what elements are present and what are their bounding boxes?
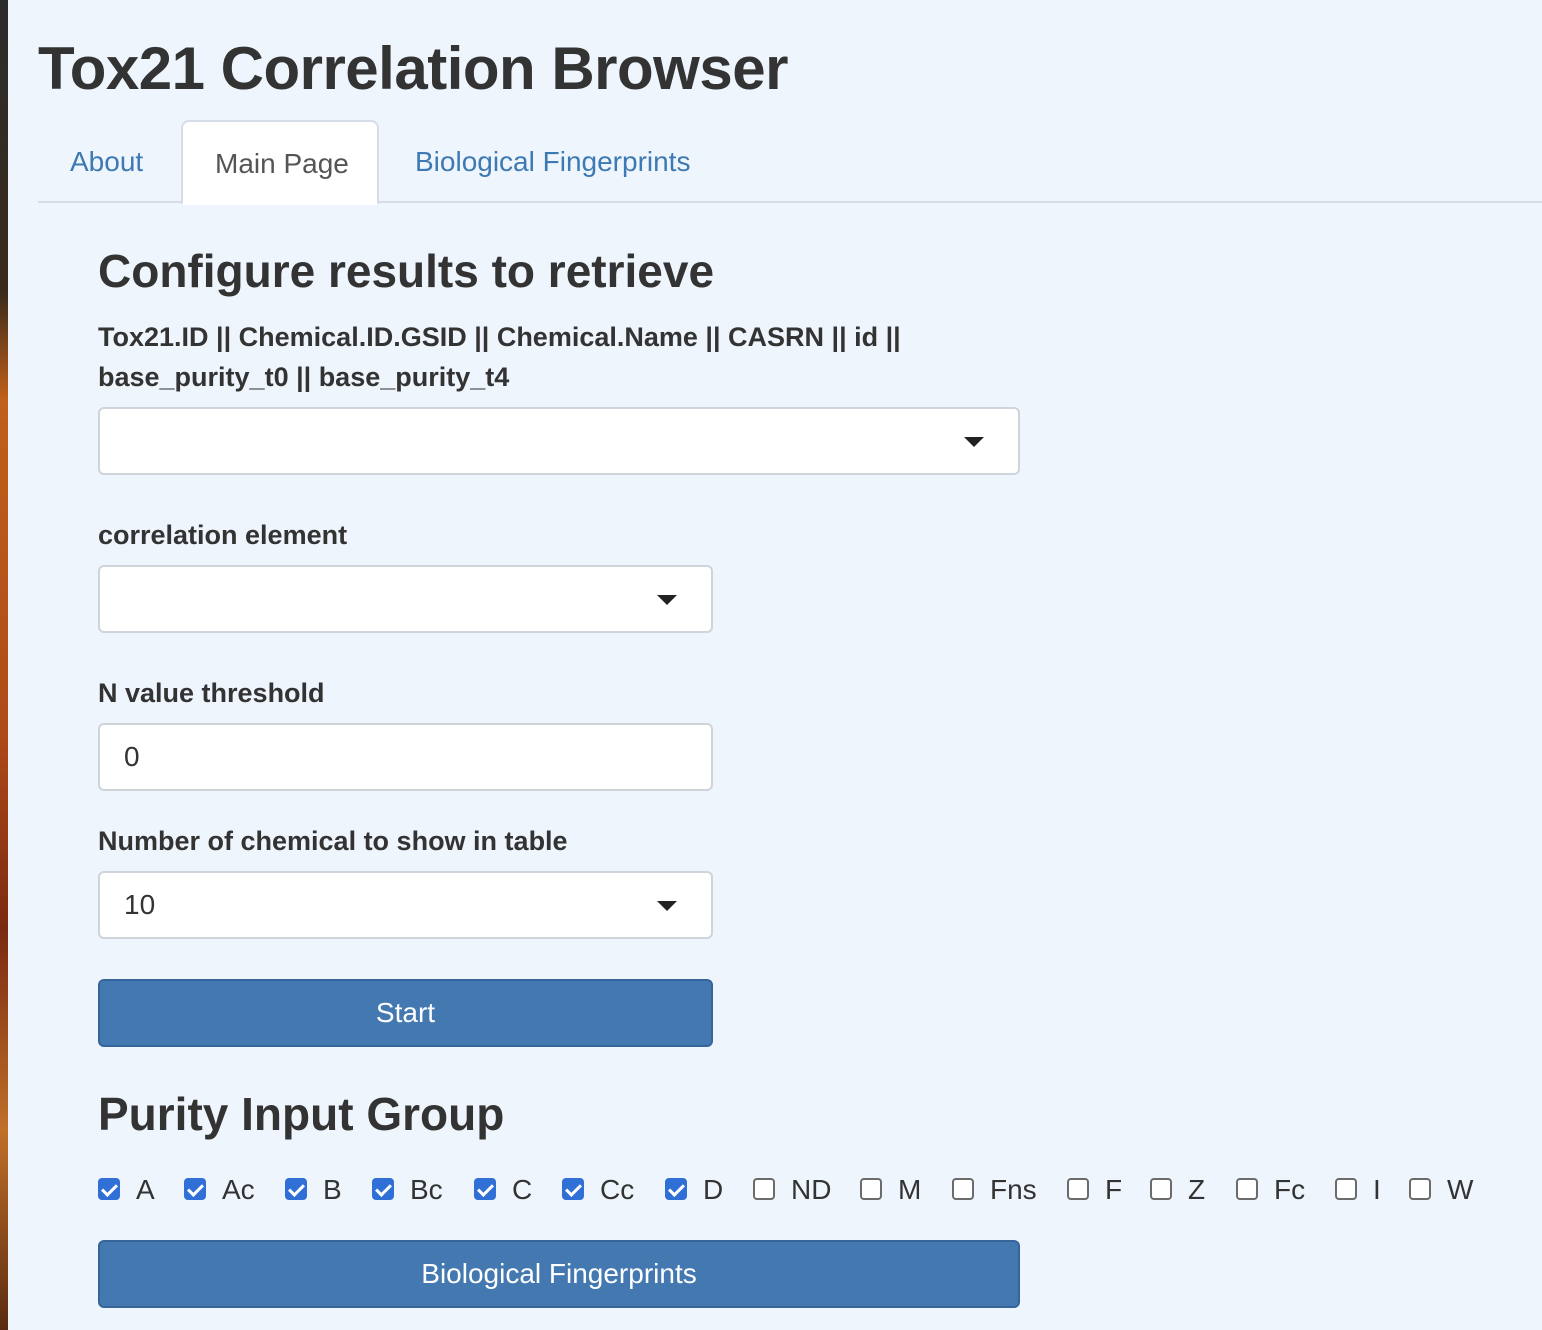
tab-bar: About Main Page Biological Fingerprints xyxy=(38,120,1542,205)
chevron-down-icon xyxy=(657,901,677,911)
checkbox[interactable] xyxy=(665,1178,687,1200)
checkbox-label: F xyxy=(1105,1174,1123,1205)
app-container: Tox21 Correlation Browser About Main Pag… xyxy=(38,0,1542,1330)
checkbox[interactable] xyxy=(562,1178,584,1200)
checkbox-label: D xyxy=(703,1174,724,1205)
app-title: Tox21 Correlation Browser xyxy=(38,35,788,102)
n-threshold-value: 0 xyxy=(124,741,140,772)
checkbox-label: Fns xyxy=(990,1174,1037,1205)
correlation-element-select[interactable] xyxy=(98,565,713,633)
checkbox-label: Fc xyxy=(1274,1174,1306,1205)
checkbox-label: C xyxy=(512,1174,533,1205)
start-button[interactable]: Start xyxy=(98,979,713,1047)
purity-checkbox-group: A Ac B Bc C Cc D ND M Fns F Z Fc I W xyxy=(98,1170,1518,1212)
checkbox[interactable] xyxy=(1067,1178,1089,1200)
checkbox-label: A xyxy=(136,1174,155,1205)
n-threshold-input[interactable]: 0 xyxy=(98,723,713,791)
num-chemicals-label: Number of chemical to show in table xyxy=(98,826,568,856)
n-threshold-label: N value threshold xyxy=(98,678,325,708)
tab-about[interactable]: About xyxy=(38,120,175,203)
checkbox-label: I xyxy=(1373,1174,1381,1205)
checkbox-label: Z xyxy=(1188,1174,1206,1205)
configure-section-title: Configure results to retrieve xyxy=(98,245,715,297)
checkbox[interactable] xyxy=(98,1178,120,1200)
tab-biological-fingerprints[interactable]: Biological Fingerprints xyxy=(383,120,722,203)
checkbox[interactable] xyxy=(1335,1178,1357,1200)
checkbox[interactable] xyxy=(474,1178,496,1200)
chevron-down-icon xyxy=(657,595,677,605)
correlation-select-label: correlation element xyxy=(98,520,348,550)
checkbox-label: ND xyxy=(791,1174,832,1205)
tab-main-page[interactable]: Main Page xyxy=(181,120,379,205)
checkbox-label: Bc xyxy=(410,1174,443,1205)
num-chemicals-select[interactable]: 10 xyxy=(98,871,713,939)
checkbox[interactable] xyxy=(1150,1178,1172,1200)
checkbox[interactable] xyxy=(860,1178,882,1200)
chemical-select-label: Tox21.ID || Chemical.ID.GSID || Chemical… xyxy=(98,322,901,392)
checkbox-label: B xyxy=(323,1174,342,1205)
purity-section-title: Purity Input Group xyxy=(98,1088,505,1140)
checkbox-label: W xyxy=(1447,1174,1474,1205)
chemical-select[interactable] xyxy=(98,407,1020,475)
checkbox-label: M xyxy=(898,1174,922,1205)
biological-fingerprints-button[interactable]: Biological Fingerprints xyxy=(98,1240,1020,1308)
checkbox[interactable] xyxy=(952,1178,974,1200)
checkbox[interactable] xyxy=(372,1178,394,1200)
num-chemicals-value: 10 xyxy=(124,889,156,920)
checkbox[interactable] xyxy=(1236,1178,1258,1200)
checkbox-label: Cc xyxy=(600,1174,635,1205)
checkbox[interactable] xyxy=(184,1178,206,1200)
checkbox[interactable] xyxy=(285,1178,307,1200)
checkbox[interactable] xyxy=(1409,1178,1431,1200)
chevron-down-icon xyxy=(964,437,984,447)
checkbox-label: Ac xyxy=(222,1174,255,1205)
checkbox[interactable] xyxy=(753,1178,775,1200)
desktop-background-strip xyxy=(0,0,8,1330)
